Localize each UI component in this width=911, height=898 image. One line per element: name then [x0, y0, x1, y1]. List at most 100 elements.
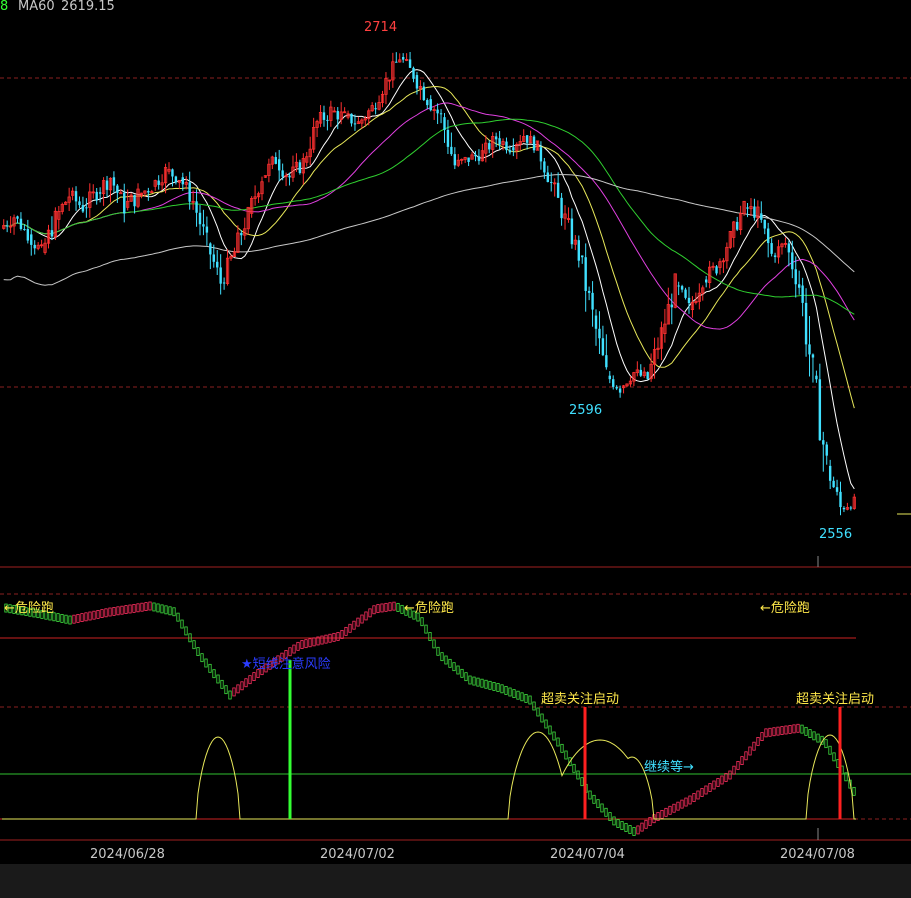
indicator-bar [616, 819, 620, 828]
candle-body [281, 170, 284, 177]
indicator-bar [684, 797, 688, 807]
candle-body [429, 99, 432, 111]
indicator-bar [56, 613, 60, 622]
indicator-bar [748, 746, 752, 756]
indicator-signal-line [2, 731, 856, 820]
candle-body [818, 379, 822, 441]
indicator-bar [552, 731, 556, 741]
indicator-bar [632, 827, 636, 836]
indicator-bar [540, 713, 544, 723]
indicator-bar [664, 807, 668, 817]
indicator-bar [532, 701, 536, 711]
indicator-bar [176, 612, 180, 622]
candle-body [33, 244, 36, 249]
indicator-bar [324, 634, 328, 644]
price-label-high: 2714 [364, 20, 397, 35]
indicator-bar [492, 682, 496, 691]
candle-body [219, 267, 222, 284]
indicator-bar [812, 731, 816, 741]
candle-body [16, 216, 19, 219]
candle-body [198, 212, 202, 225]
candle-body [601, 338, 605, 356]
indicator-bar [536, 707, 540, 717]
indicator-bar [832, 752, 836, 762]
candle-body [426, 100, 429, 106]
candle-body [74, 191, 78, 202]
candle-body [181, 177, 184, 185]
candle-body [766, 228, 770, 244]
indicator-bar [604, 807, 608, 817]
indicator-bar [132, 604, 136, 613]
indicator-bar [464, 672, 468, 682]
indicator-bar [644, 819, 648, 829]
price-label-low1: 2596 [569, 403, 602, 418]
indicator-bar [128, 604, 132, 614]
candle-body [436, 109, 439, 114]
indicator-bar [720, 775, 724, 785]
x-tick-label-3: 2024/07/04 [550, 847, 625, 862]
indicator-bar [112, 607, 116, 616]
ma-line-ma30 [3, 118, 855, 315]
candle-body [570, 218, 574, 245]
indicator-label-oversold-2: 超卖关注启动 [796, 692, 874, 707]
indicator-bar [476, 677, 480, 687]
candle-body [801, 285, 804, 303]
indicator-bar [88, 611, 92, 621]
indicator-bar [544, 719, 548, 729]
indicator-bar [164, 605, 168, 615]
indicator-bar [600, 803, 604, 813]
indicator-bar [640, 822, 644, 832]
indicator-bar [472, 676, 476, 686]
candle-body [116, 185, 119, 193]
indicator-bar [796, 723, 800, 733]
indicator-bar [116, 606, 120, 616]
indicator-bar [80, 613, 84, 622]
indicator-bar [496, 683, 500, 692]
indicator-bar [180, 619, 184, 629]
indicator-bar [772, 727, 776, 737]
indicator-bar [152, 602, 156, 612]
indicator-bar [372, 605, 376, 615]
candle-body [274, 157, 277, 164]
candle-body [791, 252, 794, 270]
indicator-bar [816, 733, 820, 743]
indicator-bar [824, 739, 828, 749]
candle-body [474, 154, 477, 157]
indicator-bar [508, 687, 512, 697]
indicator-bar [296, 641, 300, 651]
candle-body [212, 254, 215, 262]
candle-body [446, 129, 450, 147]
indicator-bar [332, 632, 336, 642]
indicator-bar [232, 687, 236, 697]
indicator-bar [72, 614, 76, 624]
indicator-bar [808, 729, 812, 738]
indicator-bar [340, 630, 344, 639]
indicator-bar [516, 690, 520, 700]
candle-body [787, 243, 791, 253]
indicator-bar [208, 663, 212, 673]
indicator-bar [780, 726, 784, 735]
indicator-bar [292, 644, 296, 654]
candle-body [677, 285, 680, 287]
candle-body [560, 197, 563, 219]
indicator-bar [768, 727, 772, 737]
candle-body [336, 111, 339, 120]
indicator-bar [252, 672, 256, 681]
indicator-bar [364, 611, 368, 621]
indicator-bar [700, 788, 704, 797]
candle-body [188, 182, 191, 202]
indicator-bar [804, 726, 808, 736]
candle-body [78, 201, 81, 206]
candle-body [298, 162, 302, 173]
candle-body [112, 177, 116, 186]
indicator-bar [228, 690, 232, 700]
indicator-bar [136, 603, 140, 613]
candle-body [753, 206, 756, 218]
header-ma-label: MA60 [18, 0, 55, 14]
candle-body [581, 255, 584, 258]
candle-body [794, 269, 797, 285]
candle-body [670, 304, 673, 308]
indicator-bar [636, 825, 640, 835]
indicator-bar [432, 639, 436, 649]
candle-body [443, 117, 446, 130]
